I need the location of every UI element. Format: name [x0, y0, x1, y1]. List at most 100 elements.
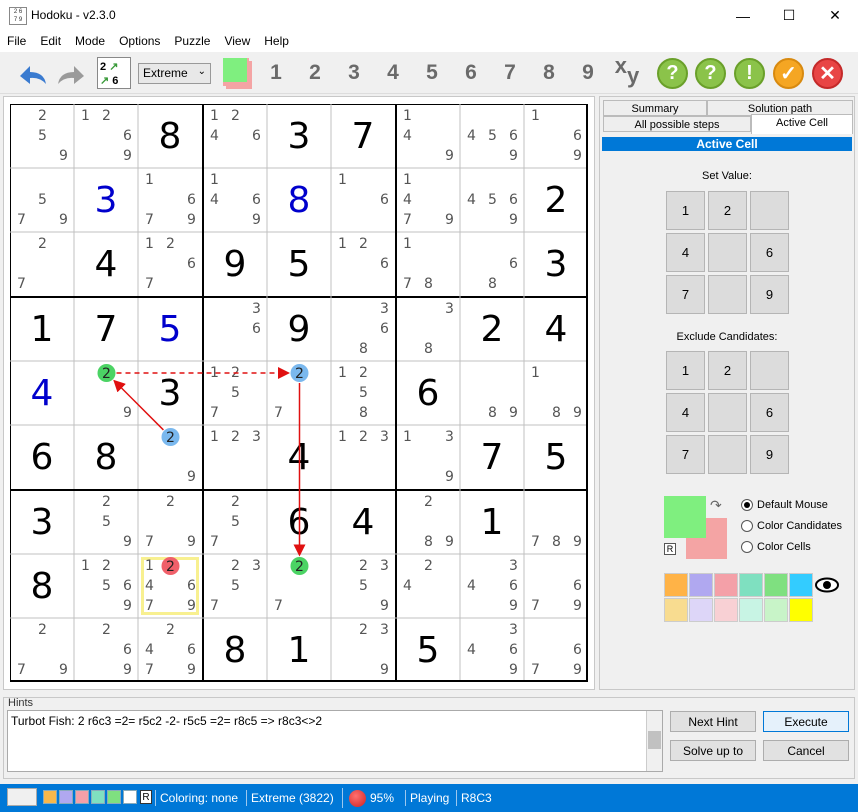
sudoku-cell[interactable]: 2359 — [331, 554, 395, 618]
filter-1-button[interactable]: 1 — [263, 61, 289, 85]
hint-text-area[interactable]: Turbot Fish: 2 r6c3 =2= r5c2 -2- r5c5 =2… — [7, 710, 663, 772]
sudoku-cell[interactable]: 7 — [331, 104, 395, 168]
sudoku-cell[interactable]: 1 4 7 9 — [396, 168, 460, 232]
tab-active-cell[interactable]: Active Cell — [751, 114, 853, 134]
close-window-button[interactable]: ✕ — [812, 0, 858, 31]
sudoku-cell[interactable]: 3 — [138, 361, 202, 425]
undo-icon[interactable] — [16, 60, 50, 88]
sudoku-cell[interactable]: 456 9 — [460, 168, 524, 232]
exclude-9-button[interactable]: 9 — [750, 435, 789, 474]
sudoku-cell[interactable]: 789 — [524, 490, 588, 554]
sudoku-cell[interactable]: 1 4 9 — [396, 104, 460, 168]
sudoku-cell[interactable]: 3 — [74, 168, 138, 232]
sudoku-cell[interactable]: 1679 — [138, 168, 202, 232]
sudoku-cell[interactable]: 3 — [10, 490, 74, 554]
status-swatch[interactable] — [43, 790, 57, 804]
sudoku-cell[interactable]: 2 7 9 — [138, 490, 202, 554]
sudoku-cell[interactable]: 4 — [267, 425, 331, 489]
sudoku-cell[interactable]: 27 — [267, 361, 331, 425]
set-value-7-button[interactable]: 7 — [666, 275, 705, 314]
menu-mode[interactable]: Mode — [68, 31, 112, 52]
sudoku-cell[interactable]: 124 6 7 9 — [138, 554, 202, 618]
sudoku-cell[interactable]: 5 — [138, 297, 202, 361]
sudoku-cell[interactable]: 2357 — [203, 554, 267, 618]
sudoku-cell[interactable]: 27 — [10, 232, 74, 296]
sudoku-cell[interactable]: 8 — [203, 618, 267, 682]
sudoku-cell[interactable]: 123 — [203, 425, 267, 489]
color-swatch[interactable] — [714, 598, 738, 622]
sudoku-cell[interactable]: 1 4 6 9 — [203, 168, 267, 232]
tab-summary[interactable]: Summary — [603, 100, 707, 116]
hint-scrollbar[interactable] — [646, 711, 662, 771]
sudoku-cell[interactable]: 1 78 — [396, 232, 460, 296]
sudoku-cell[interactable]: 24 6 7 9 — [138, 618, 202, 682]
sudoku-cell[interactable]: 5 — [396, 618, 460, 682]
sudoku-cell[interactable]: 2 57 — [203, 490, 267, 554]
sudoku-cell[interactable]: 126 9 — [74, 104, 138, 168]
sudoku-cell[interactable]: 5 — [524, 425, 588, 489]
sudoku-cell[interactable]: 7 — [460, 425, 524, 489]
status-swatch[interactable] — [75, 790, 89, 804]
color-swatch[interactable] — [764, 573, 788, 597]
sudoku-cell[interactable]: 9 — [203, 232, 267, 296]
status-reset-button[interactable]: R — [140, 790, 152, 804]
set-value-1-button[interactable]: 1 — [666, 191, 705, 230]
filter-7-button[interactable]: 7 — [497, 61, 523, 85]
hint-icon[interactable]: ? — [657, 58, 688, 89]
sudoku-cell[interactable]: 2 59 — [10, 104, 74, 168]
sudoku-cell[interactable]: 8 — [74, 425, 138, 489]
menu-edit[interactable]: Edit — [33, 31, 68, 52]
sudoku-cell[interactable]: 2 89 — [396, 490, 460, 554]
radio-color-cells[interactable]: Color Cells — [741, 541, 811, 553]
scrollbar-thumb[interactable] — [648, 731, 661, 749]
maximize-button[interactable]: ☐ — [766, 0, 812, 31]
sudoku-cell[interactable]: 5 — [267, 232, 331, 296]
sudoku-cell[interactable]: 3 4 6 9 — [460, 554, 524, 618]
menu-file[interactable]: File — [0, 31, 33, 52]
color-swatch[interactable] — [739, 598, 763, 622]
sudoku-cell[interactable]: 124 6 — [203, 104, 267, 168]
sudoku-cell[interactable]: 3 — [524, 232, 588, 296]
hint-icon-2[interactable]: ? — [695, 58, 726, 89]
redo-icon[interactable] — [54, 60, 88, 88]
color-swatch[interactable] — [764, 598, 788, 622]
sudoku-cell[interactable]: 1 — [460, 490, 524, 554]
execute-button[interactable]: Execute — [763, 711, 849, 732]
sudoku-cell[interactable]: 6 — [10, 425, 74, 489]
filter-6-button[interactable]: 6 — [458, 61, 484, 85]
sudoku-cell[interactable]: 6 — [267, 490, 331, 554]
sudoku-cell[interactable]: 126 7 — [138, 232, 202, 296]
sudoku-cell[interactable]: 23 9 — [331, 618, 395, 682]
sudoku-cell[interactable]: 29 — [74, 361, 138, 425]
sudoku-cell[interactable]: 4 — [331, 490, 395, 554]
candidates-toggle-icon[interactable]: 2 ↗ ↗ 6 — [97, 57, 131, 89]
sudoku-cell[interactable]: 26 9 — [74, 618, 138, 682]
menu-view[interactable]: View — [217, 31, 257, 52]
sudoku-cell[interactable]: 1 6 9 — [524, 104, 588, 168]
exclude-6-button[interactable]: 6 — [750, 393, 789, 432]
reset-colors-button[interactable]: R — [664, 543, 676, 555]
sudoku-cell[interactable]: 12 56 9 — [74, 554, 138, 618]
sudoku-cell[interactable]: 27 — [267, 554, 331, 618]
color-swatch[interactable] — [664, 573, 688, 597]
status-color-box[interactable] — [7, 788, 37, 806]
status-swatch[interactable] — [91, 790, 105, 804]
sudoku-cell[interactable]: 36 — [203, 297, 267, 361]
sudoku-board[interactable]: 2591269812463714945691695793167914698161… — [10, 104, 588, 682]
sudoku-cell[interactable]: 4 — [10, 361, 74, 425]
tab-all-possible-steps[interactable]: All possible steps — [603, 116, 751, 132]
color-picker-icon[interactable] — [223, 58, 249, 86]
eye-icon[interactable] — [814, 573, 840, 597]
exclude-4-button[interactable]: 4 — [666, 393, 705, 432]
set-value-4-button[interactable]: 4 — [666, 233, 705, 272]
color-swatch[interactable] — [789, 598, 813, 622]
color-swatch[interactable] — [689, 598, 713, 622]
sudoku-cell[interactable]: 7 — [74, 297, 138, 361]
cancel-button[interactable]: Cancel — [763, 740, 849, 761]
sudoku-cell[interactable]: 6 7 9 — [524, 618, 588, 682]
status-swatch[interactable] — [59, 790, 73, 804]
color-swatch[interactable] — [789, 573, 813, 597]
color-swatch[interactable] — [714, 573, 738, 597]
primary-color[interactable] — [664, 496, 706, 538]
filter-3-button[interactable]: 3 — [341, 61, 367, 85]
